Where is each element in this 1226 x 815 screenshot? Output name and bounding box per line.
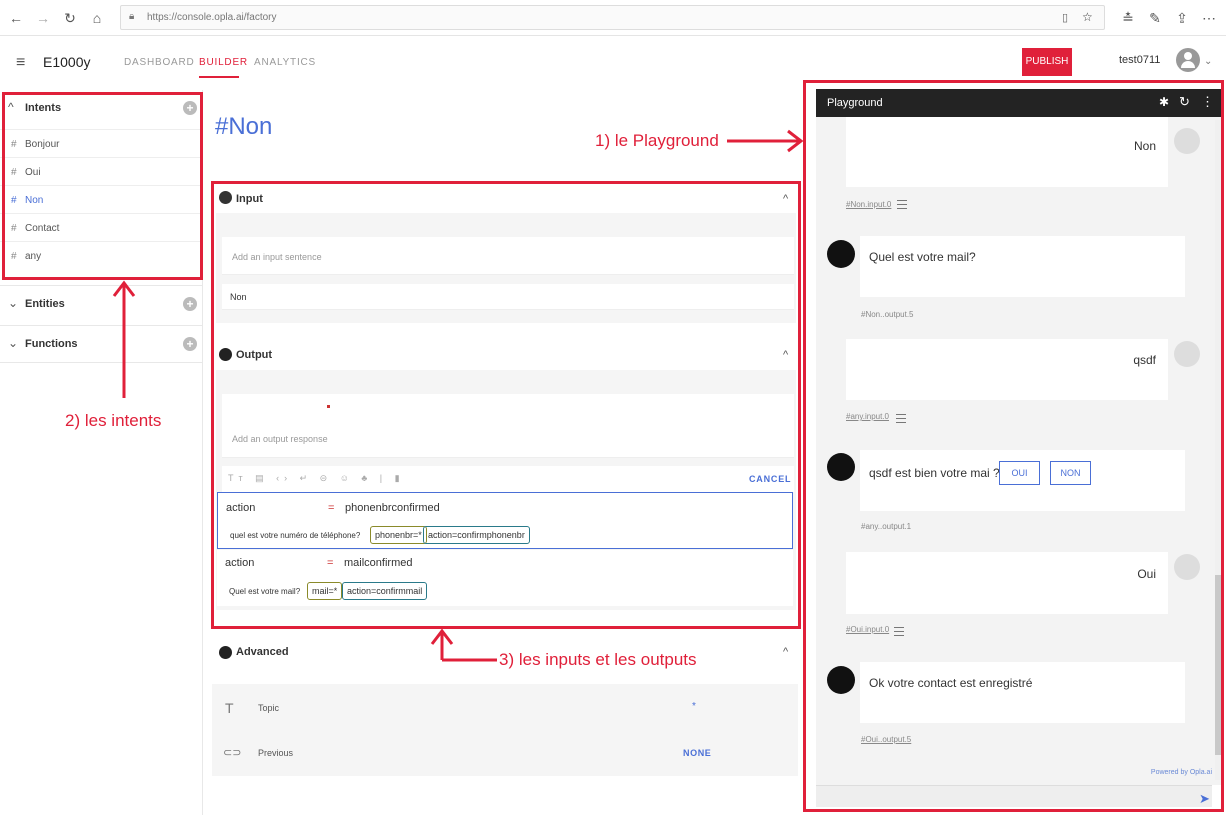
annotation-io: 3) les inputs et les outputs — [499, 650, 697, 669]
annotation-arrows — [112, 129, 804, 662]
annotation-intents: 2) les intents — [65, 411, 162, 430]
annotation-playground: 1) le Playground — [595, 131, 719, 150]
